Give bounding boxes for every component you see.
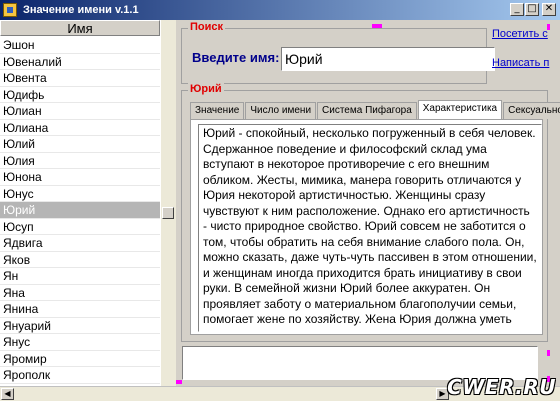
- name-list-item[interactable]: Юлия: [0, 153, 160, 169]
- close-button[interactable]: ✕: [542, 3, 556, 16]
- tab-characteristic[interactable]: Характеристика: [417, 100, 503, 119]
- name-list-item[interactable]: Эшон: [0, 37, 160, 54]
- name-list-item[interactable]: Яромир: [0, 351, 160, 367]
- name-list-item[interactable]: Юлиана: [0, 120, 160, 136]
- maximize-button[interactable]: □: [525, 3, 539, 16]
- name-list-item[interactable]: Ювента: [0, 70, 160, 87]
- name-info-title: Юрий: [188, 83, 224, 95]
- name-list-item[interactable]: Юлиан: [0, 103, 160, 120]
- tab-panel: Юрий - спокойный, несколько погруженный …: [190, 119, 543, 335]
- name-list-item[interactable]: Юрий: [0, 202, 160, 219]
- scrollbar-thumb[interactable]: [162, 207, 174, 219]
- info-tabs: Значение Число имени Система Пифагора Ха…: [190, 100, 560, 119]
- name-list-item[interactable]: Яна: [0, 285, 160, 301]
- name-list-item[interactable]: Юнус: [0, 186, 160, 202]
- name-list-rows: Эшон Ювеналий Ювента Юдифь Юлиан Юлиана Юлий Юл…: [0, 37, 160, 384]
- app-icon[interactable]: [3, 3, 17, 17]
- window-title: Значение имени v.1.1: [23, 4, 139, 16]
- name-list-header[interactable]: Имя: [0, 20, 160, 36]
- name-list-item[interactable]: Юдифь: [0, 87, 160, 103]
- watermark-logo: CWER.RU: [447, 375, 556, 399]
- name-list-item[interactable]: Ядвига: [0, 235, 160, 252]
- name-list-item[interactable]: Ювеналий: [0, 54, 160, 70]
- name-search-input[interactable]: [281, 47, 495, 71]
- tab-name-number[interactable]: Число имени: [245, 102, 317, 119]
- name-list[interactable]: Имя Эшон Ювеналий Ювента Юдифь Юлиан Юлиана Юл…: [0, 20, 176, 386]
- name-list-item[interactable]: Янус: [0, 334, 160, 351]
- name-info-group: Юрий Значение Число имени Система Пифаго…: [181, 83, 560, 342]
- write-author-link[interactable]: Написать п: [492, 57, 560, 69]
- name-list-item[interactable]: Ярополк: [0, 367, 160, 384]
- characteristic-text[interactable]: Юрий - спокойный, несколько погруженный …: [198, 124, 542, 332]
- tab-meaning[interactable]: Значение: [190, 102, 245, 119]
- search-group-title: Поиск: [188, 21, 226, 33]
- search-label: Введите имя:: [192, 50, 280, 65]
- window-controls: _ □ ✕: [509, 3, 556, 16]
- name-list-scrollbar[interactable]: [161, 20, 176, 386]
- tab-pythagoras[interactable]: Система Пифагора: [317, 102, 417, 119]
- marker-bottom-left: [176, 380, 182, 384]
- name-list-item[interactable]: Ян: [0, 268, 160, 285]
- search-group: Поиск Введите имя:: [181, 21, 495, 84]
- name-list-item[interactable]: Юнона: [0, 169, 160, 186]
- marker-mid-right: [547, 350, 550, 356]
- arrow-left-icon[interactable]: ◀: [1, 388, 14, 400]
- name-list-item[interactable]: Юлий: [0, 136, 160, 153]
- tab-sexuality[interactable]: Сексуальность: [503, 102, 560, 119]
- marker-top-left: [372, 24, 382, 28]
- title-bar: Значение имени v.1.1 _ □ ✕: [0, 0, 560, 20]
- name-list-item[interactable]: Янина: [0, 301, 160, 318]
- name-list-item[interactable]: Юсуп: [0, 219, 160, 235]
- name-list-item[interactable]: Януарий: [0, 318, 160, 334]
- minimize-button[interactable]: _: [510, 3, 524, 16]
- details-pane: Поиск Введите имя: Посетить с Написать п…: [176, 20, 560, 386]
- name-list-item[interactable]: Яков: [0, 252, 160, 268]
- marker-top-right: [547, 24, 550, 30]
